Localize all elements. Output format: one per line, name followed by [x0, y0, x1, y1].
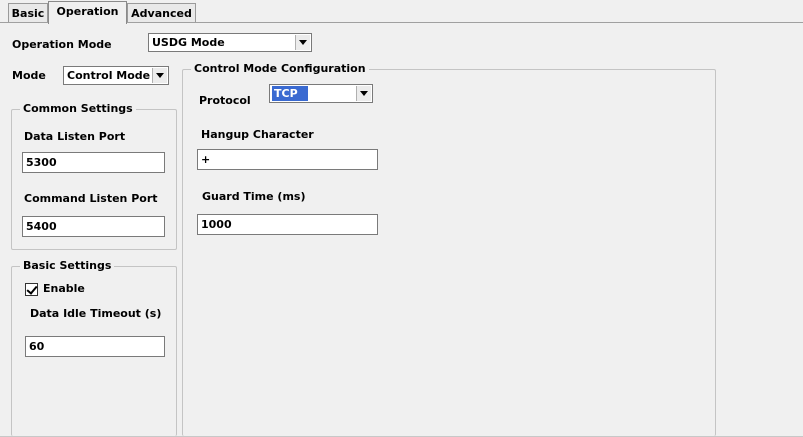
mode-label: Mode: [12, 69, 46, 82]
common-settings-title: Common Settings: [20, 102, 136, 116]
data-idle-timeout-label: Data Idle Timeout (s): [30, 307, 162, 320]
command-listen-port-label: Command Listen Port: [24, 192, 158, 205]
operation-mode-value: USDG Mode: [152, 36, 225, 49]
enable-checkbox[interactable]: [25, 283, 38, 296]
tab-advanced[interactable]: Advanced: [127, 3, 196, 23]
mode-select[interactable]: Control Mode: [63, 66, 169, 85]
control-mode-config-title: Control Mode Configuration: [191, 62, 369, 76]
protocol-select[interactable]: TCP: [269, 84, 373, 103]
chevron-down-icon: [295, 35, 310, 50]
hangup-character-input[interactable]: [197, 149, 378, 170]
hangup-character-label: Hangup Character: [201, 128, 314, 141]
protocol-label: Protocol: [199, 94, 251, 107]
guard-time-label: Guard Time (ms): [202, 190, 306, 203]
mode-value: Control Mode: [67, 69, 151, 82]
command-listen-port-input[interactable]: [22, 216, 165, 237]
guard-time-input[interactable]: [197, 214, 378, 235]
data-idle-timeout-input[interactable]: [25, 336, 165, 357]
operation-mode-select[interactable]: USDG Mode: [148, 33, 312, 52]
chevron-down-icon: [152, 68, 167, 83]
tab-operation[interactable]: Operation: [48, 1, 127, 24]
control-mode-config-group: Control Mode Configuration: [182, 62, 716, 436]
data-listen-port-input[interactable]: [22, 152, 165, 173]
basic-settings-title: Basic Settings: [20, 259, 115, 273]
data-listen-port-label: Data Listen Port: [24, 130, 126, 143]
operation-panel: Operation Mode USDG Mode Mode Control Mo…: [0, 23, 803, 437]
operation-mode-label: Operation Mode: [12, 38, 112, 51]
enable-label: Enable: [43, 282, 85, 295]
tab-basic[interactable]: Basic: [8, 3, 48, 23]
chevron-down-icon: [356, 86, 371, 101]
protocol-value: TCP: [272, 86, 308, 101]
